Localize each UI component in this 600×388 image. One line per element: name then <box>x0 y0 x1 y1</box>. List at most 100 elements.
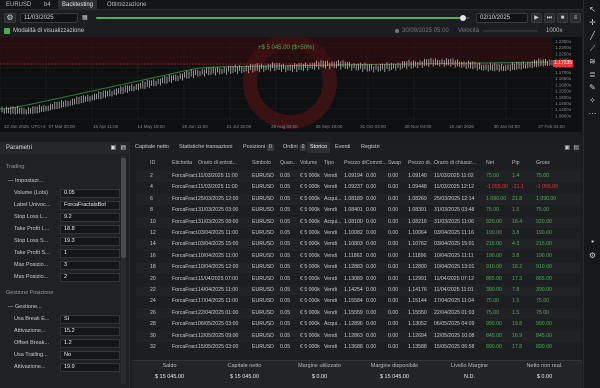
param-value-input[interactable]: 15.2 <box>60 327 120 336</box>
price-chart[interactable]: 1.2350u1.2300u1.2250u1.2200u1.1750u1.170… <box>0 35 582 132</box>
table-cell: 17.3 <box>512 275 523 282</box>
param-value-input[interactable]: 3 <box>60 261 120 270</box>
summary-value: $ 15 045.00 <box>154 374 185 380</box>
group-impostazioni[interactable]: — Impostazi... <box>4 176 120 187</box>
param-value-input[interactable]: 9.2 <box>60 213 120 222</box>
param-value-input[interactable]: 18.8 <box>60 225 120 234</box>
end-date-input[interactable]: 02/10/2025 <box>476 13 528 23</box>
tab-storico[interactable]: Storico <box>307 142 331 153</box>
cursor-icon[interactable]: ↖ <box>587 4 598 15</box>
table-cell: € 5 000k <box>300 309 320 316</box>
tab-posizioni[interactable]: Posizioni 0 <box>240 142 277 153</box>
columns-icon[interactable]: ▤ <box>573 144 579 151</box>
load-params-icon[interactable]: ▤ <box>120 142 126 154</box>
table-row[interactable]: 14 ForcaFract...03/04/2025 15:00 EURUSD 0.0… <box>136 239 580 251</box>
wand-icon[interactable]: ✧ <box>587 95 598 106</box>
table-cell: € 5 000k <box>300 241 320 248</box>
tab-eventi[interactable]: Eventi <box>332 142 353 153</box>
table-cell: 1.12991 <box>408 275 427 282</box>
param-value-input[interactable]: No <box>60 351 120 360</box>
column-header[interactable]: Swap <box>388 156 406 170</box>
param-value-input[interactable]: 1.2 <box>60 339 120 348</box>
param-value-input[interactable]: 2 <box>60 273 120 282</box>
gear-icon[interactable]: ⚙ <box>4 13 16 23</box>
table-row[interactable]: 8 ForcaFract...31/03/2025 03:00 EURUSD 0.05… <box>136 205 580 217</box>
tab-ottimizzazione[interactable]: Ottimizzazione <box>103 0 150 10</box>
params-scrollbar-thumb[interactable] <box>121 158 126 258</box>
tab-statistiche-transazioni[interactable]: Statistiche transazioni <box>176 142 236 153</box>
table-cell: 1.5 <box>512 207 520 214</box>
line-icon[interactable]: ╱ <box>587 30 598 41</box>
speed-slider[interactable] <box>482 30 538 32</box>
table-row[interactable]: 26 ForcaFract...22/04/2025 01:00 EURUSD 0.0… <box>136 307 580 320</box>
vis-mode-checkbox[interactable] <box>4 28 10 34</box>
list-icon[interactable]: ≡ <box>570 13 581 23</box>
table-row[interactable]: 10 ForcaFract...31/03/2025 08:00 EURUSD 0.0… <box>136 216 580 228</box>
ray-icon[interactable]: ⟋ <box>587 43 598 54</box>
table-cell: 1.08269 <box>408 195 427 202</box>
table-row[interactable]: 22 ForcaFract...14/04/2025 11:00 EURUSD 0.0… <box>136 285 580 297</box>
column-header[interactable]: Quan... <box>280 156 300 170</box>
table-row[interactable]: 28 ForcaFract...06/05/2025 03:00 EURUSD 0.0… <box>136 319 580 331</box>
column-header[interactable]: Tipo <box>324 156 344 170</box>
tab-count-badge: 0 <box>299 144 307 151</box>
tab-eurusd[interactable]: EURUSD <box>2 0 35 10</box>
crosshair-icon[interactable]: ✛ <box>587 17 598 28</box>
more-icon[interactable]: ⋯ <box>587 108 598 119</box>
column-header[interactable]: Volume <box>300 156 324 170</box>
table-row[interactable]: 30 ForcaFract...12/05/2025 09:00 EURUSD 0.0… <box>136 330 580 342</box>
table-cell: 390.00 <box>486 287 502 293</box>
tab-registri[interactable]: Registri <box>358 142 383 153</box>
channel-icon[interactable]: ≋ <box>587 56 598 67</box>
column-header[interactable]: Prezzo di... <box>344 156 366 170</box>
table-cell: 0.00 <box>366 344 377 350</box>
tab-backtesting[interactable]: Backtesting <box>58 0 98 10</box>
column-header[interactable]: Orario di chiusur... <box>434 156 486 170</box>
tab-label: Statistiche transazioni <box>179 144 233 150</box>
export-icon[interactable]: ▣ <box>564 144 570 151</box>
x-tick-label: 15 Apr 11:00 <box>93 124 119 129</box>
column-header[interactable]: Commi... <box>366 156 388 170</box>
table-row[interactable]: 6 ForcaFract...25/03/2025 12:00 EURUSD 0.05… <box>136 193 580 206</box>
param-value-input[interactable]: ForcaFractalsBot <box>60 201 120 210</box>
tab-timeframe[interactable]: b4 <box>40 0 55 10</box>
table-row[interactable]: 24 ForcaFract...17/04/2025 11:00 EURUSD 0.0… <box>136 296 580 308</box>
table-row[interactable]: 16 ForcaFract...10/04/2025 11:00 EURUSD 0.0… <box>136 250 580 263</box>
step-icon[interactable]: ⏭ <box>544 13 555 23</box>
column-header[interactable]: Gross <box>536 156 582 170</box>
backtest-progress-handle[interactable] <box>459 15 466 21</box>
start-date-input[interactable]: 11/03/2025 <box>20 13 78 23</box>
column-header[interactable]: Pip <box>512 156 532 170</box>
tab-label: Registri <box>361 144 380 150</box>
rail-expand-icon[interactable]: ▪ <box>587 236 598 247</box>
column-header[interactable]: Etichetta <box>172 156 198 170</box>
param-value-input[interactable]: 1 <box>60 249 120 258</box>
play-icon[interactable]: ▶ <box>531 13 542 23</box>
rail-settings-icon[interactable]: ⚙ <box>587 250 598 261</box>
param-value-input[interactable]: 19.9 <box>60 363 120 372</box>
column-header[interactable]: Orario di entrat... <box>198 156 250 170</box>
brush-icon[interactable]: ✎ <box>587 82 598 93</box>
tab-ordini[interactable]: Ordini 0 <box>280 142 309 153</box>
fibonacci-icon[interactable]: ≣ <box>587 69 598 80</box>
param-value-input[interactable]: Sì <box>60 315 120 324</box>
table-row[interactable]: 32 ForcaFract...15/05/2025 03:00 EURUSD 0.0… <box>136 342 580 354</box>
column-header[interactable]: Prezzo di... <box>408 156 434 170</box>
param-value-input[interactable]: 19.3 <box>60 237 120 246</box>
table-row[interactable]: 18 ForcaFract...10/04/2025 12:00 EURUSD 0.0… <box>136 262 580 274</box>
column-header[interactable]: ID <box>150 156 170 170</box>
save-params-icon[interactable]: ▣ <box>110 142 116 154</box>
tab-capitale-netto[interactable]: Capitale netto <box>132 142 172 153</box>
calendar-icon[interactable]: ▦ <box>82 13 88 23</box>
column-header[interactable]: Simbolo <box>252 156 278 170</box>
stop-icon[interactable]: ■ <box>557 13 568 23</box>
group-gestione[interactable]: — Gestione... <box>4 302 120 313</box>
table-row[interactable]: 2 ForcaFract...11/03/2025 11:00 EURUSD 0.05… <box>136 171 580 183</box>
param-value-input[interactable]: 0.05 <box>60 189 120 198</box>
column-header[interactable]: Net <box>486 156 512 170</box>
table-cell: 0.00 <box>366 230 377 236</box>
table-row[interactable]: 12 ForcaFract...03/04/2025 11:00 EURUSD 0.0… <box>136 228 580 240</box>
table-row[interactable]: 20 ForcaFract...11/04/2025 07:00 EURUSD 0.0… <box>136 273 580 285</box>
table-row[interactable]: 4 ForcaFract...11/03/2025 11:00 EURUSD 0.05… <box>136 182 580 194</box>
table-cell: 11/04/2025 07:00 <box>198 275 238 282</box>
